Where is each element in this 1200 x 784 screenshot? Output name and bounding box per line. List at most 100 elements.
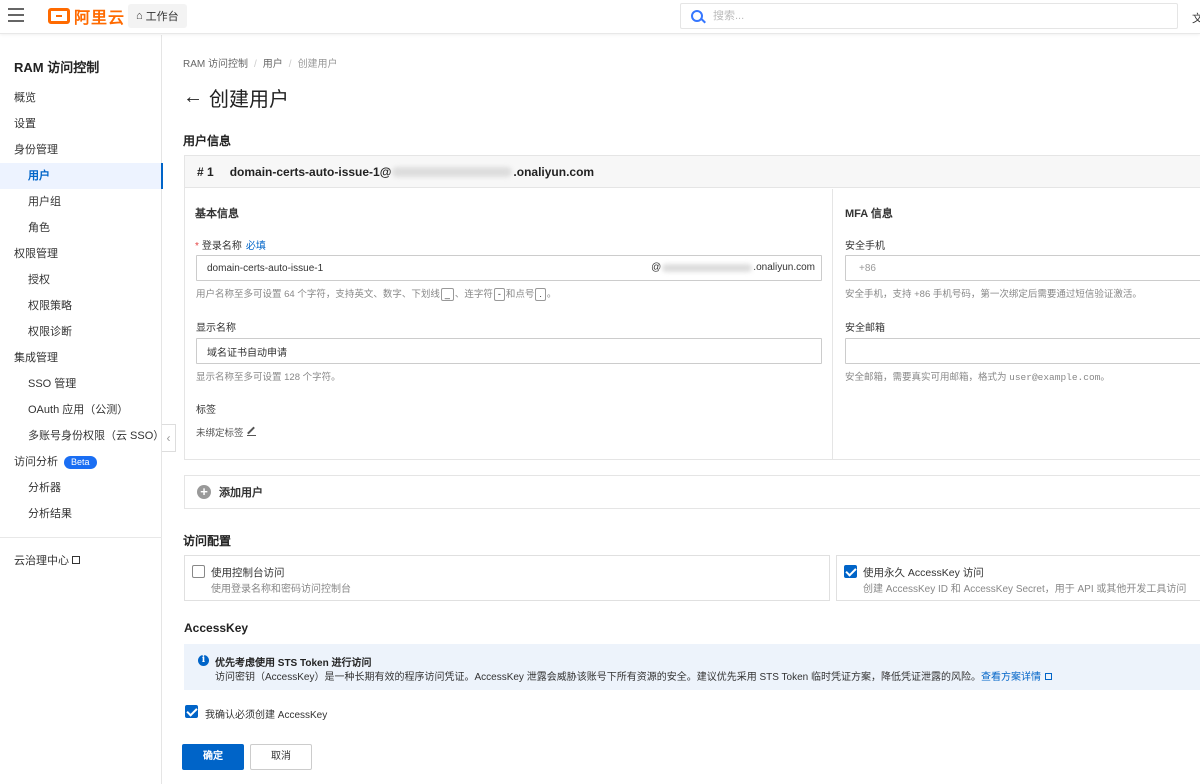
notice-link[interactable]: 查看方案详情 xyxy=(981,672,1052,683)
mfa-title: MFA 信息 xyxy=(845,208,893,220)
sidebar-item-oauth[interactable]: OAuth 应用（公测） xyxy=(0,397,162,423)
underscore-key: _ xyxy=(440,288,454,301)
sidebar-item-policies[interactable]: 权限策略 xyxy=(0,293,162,319)
top-right-menu[interactable]: 文 xyxy=(1192,10,1200,26)
email-label: 安全邮箱 xyxy=(845,323,885,334)
hyphen-key: - xyxy=(493,288,505,301)
hint-text: 和点号 xyxy=(505,289,535,300)
sidebar-item-overview[interactable]: 概览 xyxy=(0,85,162,111)
dot-key: . xyxy=(535,288,546,301)
page-title: ← 创建用户 xyxy=(183,83,289,112)
display-name-label: 显示名称 xyxy=(196,323,236,334)
accesskey-title: AccessKey xyxy=(184,621,249,635)
display-name-input[interactable]: 域名证书自动申请 xyxy=(196,338,822,364)
sidebar-item-diagnosis[interactable]: 权限诊断 xyxy=(0,319,162,345)
beta-badge: Beta xyxy=(64,455,97,469)
breadcrumb-ram[interactable]: RAM 访问控制 xyxy=(183,59,248,70)
hint-text: 。 xyxy=(546,289,557,300)
user-card-header: # 1 domain-certs-auto-issue-1@ .onaliyun.… xyxy=(185,156,1200,188)
sidebar-nav: 概览 设置 身份管理 用户 用户组 角色 权限管理 授权 权限策略 权限诊断 集… xyxy=(0,85,164,574)
login-name-value: domain-certs-auto-issue-1 xyxy=(207,262,324,274)
sidebar-item-sso[interactable]: SSO 管理 xyxy=(0,371,162,397)
console-access-option[interactable]: 使用控制台访问 使用登录名称和密码访问控制台 xyxy=(184,555,830,601)
sidebar-item-analyzer[interactable]: 分析器 xyxy=(0,475,162,501)
aliyun-logo[interactable]: 阿里云 xyxy=(48,6,125,27)
notice-link-text: 查看方案详情 xyxy=(981,672,1041,683)
sidebar-item-roles[interactable]: 角色 xyxy=(0,215,162,241)
basic-info-title: 基本信息 xyxy=(195,208,239,220)
sidebar-item-analysis-results[interactable]: 分析结果 xyxy=(0,501,162,527)
login-domain-at: @ xyxy=(651,262,662,273)
search-box[interactable] xyxy=(680,3,1178,29)
external-link-icon xyxy=(72,556,80,564)
confirm-accesskey-checkbox[interactable] xyxy=(185,705,198,718)
accesskey-access-checkbox[interactable] xyxy=(844,565,857,578)
notice-body: 访问密钥（AccessKey）是一种长期有效的程序访问凭证。AccessKey … xyxy=(215,672,981,683)
menu-icon[interactable] xyxy=(8,8,24,22)
edit-icon[interactable] xyxy=(246,427,256,436)
search-icon xyxy=(691,10,703,22)
confirm-accesskey-label[interactable]: 我确认必须创建 AccessKey xyxy=(205,706,327,721)
hint-text: 、连字符 xyxy=(454,289,493,300)
hint-text: 用户名称至多可设置 64 个字符，支持英文、数字、下划线 xyxy=(196,289,440,300)
home-icon: ⌂ xyxy=(136,10,143,22)
accesskey-access-title: 使用永久 AccessKey 访问 xyxy=(863,567,984,579)
user-info-title: 用户信息 xyxy=(183,134,232,148)
sidebar-group-permissions[interactable]: 权限管理 xyxy=(0,241,162,267)
notice-title: 优先考虑使用 STS Token 进行访问 xyxy=(215,658,372,669)
accesskey-access-option[interactable]: 使用永久 AccessKey 访问 创建 AccessKey ID 和 Acce… xyxy=(836,555,1200,601)
login-name-label: * 登录名称 必填 xyxy=(195,237,266,252)
basic-info-column: 基本信息 * 登录名称 必填 domain-certs-auto-issue-1 @… xyxy=(185,189,833,459)
email-input[interactable] xyxy=(845,338,1200,364)
search-input[interactable] xyxy=(713,10,1113,22)
sidebar-item-cloud-sso[interactable]: 多账号身份权限（云 SSO） xyxy=(0,423,164,449)
sidebar-group-access-analysis[interactable]: 访问分析 Beta xyxy=(0,449,162,475)
sidebar-item-users[interactable]: 用户 xyxy=(0,163,163,189)
sidebar-item-governance[interactable]: 云治理中心 xyxy=(0,548,162,574)
breadcrumb-current: 创建用户 xyxy=(297,59,338,70)
workbench-label: 工作台 xyxy=(145,11,179,23)
add-user-button[interactable]: + 添加用户 xyxy=(184,475,1200,509)
console-access-checkbox[interactable] xyxy=(192,565,205,578)
sidebar-item-label: 云治理中心 xyxy=(14,555,69,567)
cancel-button[interactable]: 取消 xyxy=(250,744,312,770)
hint-text: 安全邮箱，需要真实可用邮箱，格式为 xyxy=(845,372,1010,383)
sidebar-item-grants[interactable]: 授权 xyxy=(0,267,162,293)
sidebar-item-groups[interactable]: 用户组 xyxy=(0,189,162,215)
top-bar: 阿里云 ⌂ 工作台 文 xyxy=(0,0,1200,34)
email-hint: 安全邮箱，需要真实可用邮箱，格式为 user@example.com。 xyxy=(845,369,1110,383)
plus-circle-icon: + xyxy=(197,485,211,499)
breadcrumb: RAM 访问控制 / 用户 / 创建用户 xyxy=(183,59,338,70)
tag-label: 标签 xyxy=(196,405,216,416)
user-card: # 1 domain-certs-auto-issue-1 @ .onaliyun.… xyxy=(184,155,1200,460)
sidebar-title: RAM 访问控制 xyxy=(14,60,100,75)
accesskey-access-desc: 创建 AccessKey ID 和 AccessKey Secret，用于 AP… xyxy=(863,584,1187,595)
sidebar-group-identity[interactable]: 身份管理 xyxy=(0,137,162,163)
display-name-hint: 显示名称至多可设置 128 个字符。 xyxy=(196,372,341,383)
back-arrow-icon[interactable]: ← xyxy=(183,86,203,109)
user-card-number: # 1 xyxy=(197,164,214,179)
sidebar-item-label: 访问分析 xyxy=(14,456,58,468)
user-card-account-prefix: domain-certs-auto-issue-1@ xyxy=(229,164,392,179)
sidebar-collapse-button[interactable]: ‹ xyxy=(162,424,176,452)
sidebar-divider xyxy=(0,537,162,538)
mfa-column: MFA 信息 安全手机 +86 安全手机，支持 +86 手机号码，第一次绑定后需… xyxy=(845,189,1200,459)
main-content: RAM 访问控制 / 用户 / 创建用户 ← 创建用户 用户信息 # 1 domain-… xyxy=(163,35,1200,784)
workbench-button[interactable]: ⌂ 工作台 xyxy=(128,4,187,28)
login-name-hint: 用户名称至多可设置 64 个字符，支持英文、数字、下划线 _ 、连字符 - 和点号.。 xyxy=(196,286,556,301)
tag-value-text: 未绑定标签 xyxy=(196,428,244,439)
aliyun-logo-mark xyxy=(48,8,70,24)
login-name-input[interactable]: domain-certs-auto-issue-1 @ .onaliyun.com xyxy=(196,255,822,281)
sidebar-group-integration[interactable]: 集成管理 xyxy=(0,345,162,371)
sidebar-item-settings[interactable]: 设置 xyxy=(0,111,162,137)
phone-input[interactable]: +86 xyxy=(845,255,1200,281)
console-access-desc: 使用登录名称和密码访问控制台 xyxy=(211,584,351,595)
tag-value[interactable]: 未绑定标签 xyxy=(196,425,256,439)
display-name-value: 域名证书自动申请 xyxy=(207,347,287,359)
email-example: user@example.com xyxy=(1009,372,1101,383)
login-domain-suffix: @ .onaliyun.com xyxy=(651,262,815,273)
breadcrumb-users[interactable]: 用户 xyxy=(263,59,283,70)
required-mark: * xyxy=(195,241,199,252)
ok-button[interactable]: 确定 xyxy=(182,744,244,770)
access-config-title: 访问配置 xyxy=(183,534,232,548)
